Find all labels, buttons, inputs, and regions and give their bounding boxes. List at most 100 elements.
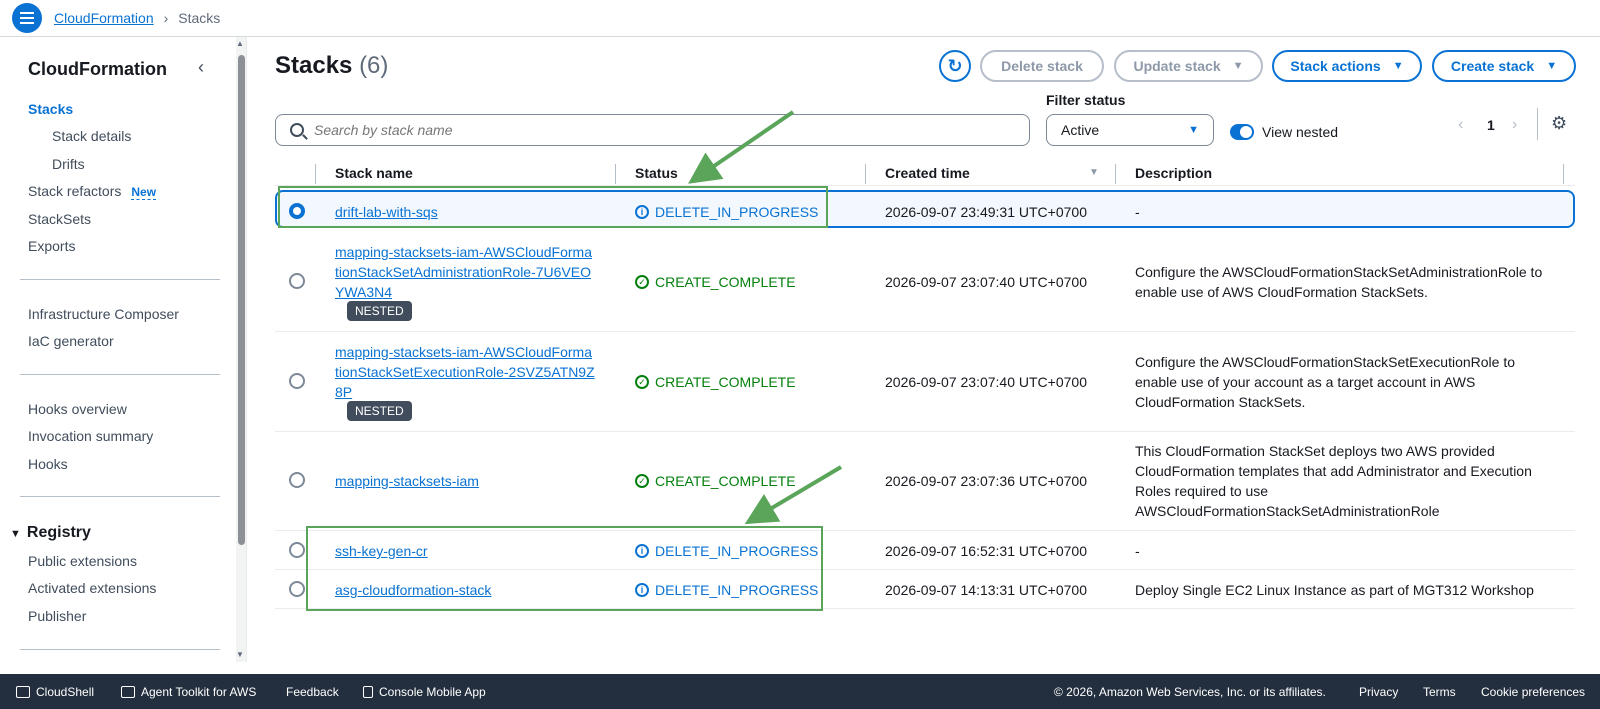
stack-count: (6) [359, 52, 389, 79]
sidebar-scroll-thumb[interactable] [238, 55, 245, 545]
sidebar-item-invocation-summary[interactable]: Invocation summary [28, 428, 153, 444]
view-nested-label: View nested [1262, 124, 1339, 140]
search-box[interactable] [275, 114, 1030, 146]
column-header-created-time[interactable]: Created time [885, 165, 970, 181]
description: Deploy Single EC2 Linux Instance as part… [1135, 582, 1534, 598]
column-header-stack-name[interactable]: Stack name [335, 165, 413, 181]
new-badge: New [131, 185, 157, 200]
registry-section-toggle[interactable]: ▼ Registry [10, 524, 91, 542]
sidebar-item-label: Stack refactors [28, 183, 122, 199]
annotation-highlight-box [306, 526, 823, 611]
sidebar-item-stack-details[interactable]: Stack details [52, 128, 131, 144]
row-radio[interactable] [289, 472, 305, 488]
filter-status-value: Active [1061, 122, 1100, 138]
mobile-app-link[interactable]: Console Mobile App [363, 685, 486, 699]
sidebar-item-hooks[interactable]: Hooks [28, 456, 68, 472]
description: - [1135, 543, 1140, 559]
update-stack-button[interactable]: Update stack ▼ [1114, 50, 1263, 82]
sidebar-item-iac-generator[interactable]: IaC generator [28, 333, 114, 349]
sidebar-item-activated-extensions[interactable]: Activated extensions [28, 580, 156, 596]
divider [275, 431, 1575, 432]
terms-link[interactable]: Terms [1423, 685, 1456, 699]
column-header-status[interactable]: Status [635, 165, 678, 181]
divider [1537, 108, 1538, 140]
menu-icon[interactable] [12, 3, 42, 33]
stack-actions-button[interactable]: Stack actions ▼ [1272, 50, 1422, 82]
sidebar-item-publisher[interactable]: Publisher [28, 608, 86, 624]
sidebar-item-public-extensions[interactable]: Public extensions [28, 553, 137, 569]
search-input[interactable] [314, 122, 994, 138]
divider [20, 496, 220, 497]
check-circle-icon: ✓ [635, 275, 649, 289]
status-text: CREATE_COMPLETE [655, 374, 796, 390]
divider [20, 279, 220, 280]
refresh-button[interactable]: ↻ [939, 50, 971, 82]
caret-down-icon: ▼ [10, 528, 21, 540]
breadcrumb-cloudformation[interactable]: CloudFormation [54, 10, 154, 26]
status-text: CREATE_COMPLETE [655, 274, 796, 290]
stack-name-link[interactable]: mapping-stacksets-iam-AWSCloudFormationS… [335, 242, 595, 302]
phone-icon [363, 686, 373, 698]
top-bar: CloudFormation › Stacks [0, 0, 1600, 37]
sidebar-item-infrastructure-composer[interactable]: Infrastructure Composer [28, 306, 179, 322]
update-stack-label: Update stack [1133, 58, 1221, 74]
description: Configure the AWSCloudFormationStackSetA… [1135, 264, 1543, 300]
feedback-link[interactable]: Feedback [286, 685, 339, 699]
chevron-left-icon[interactable]: ‹ [198, 57, 204, 78]
pagination-next-icon[interactable]: › [1512, 116, 1517, 134]
mobile-app-label: Console Mobile App [379, 685, 486, 699]
sidebar-item-stacks[interactable]: Stacks [28, 101, 73, 117]
filter-status-select[interactable]: Active ▼ [1046, 114, 1214, 146]
row-radio[interactable] [289, 273, 305, 289]
divider [20, 649, 220, 650]
scroll-up-icon[interactable]: ▲ [236, 39, 244, 48]
sidebar-item-exports[interactable]: Exports [28, 238, 75, 254]
registry-title: Registry [26, 524, 91, 541]
agent-toolkit-button[interactable]: Agent Toolkit for AWS [121, 685, 256, 699]
check-circle-icon: ✓ [635, 375, 649, 389]
sidebar-item-hooks-overview[interactable]: Hooks overview [28, 401, 127, 417]
refresh-icon: ↻ [947, 55, 963, 76]
view-nested-toggle[interactable] [1230, 124, 1254, 140]
column-header-description[interactable]: Description [1135, 165, 1212, 181]
column-divider[interactable] [615, 164, 616, 184]
sidebar-item-stacksets[interactable]: StackSets [28, 211, 91, 227]
page-title-text: Stacks [275, 52, 353, 79]
column-divider [315, 164, 316, 184]
column-divider[interactable] [1563, 164, 1564, 184]
row-radio[interactable] [289, 542, 305, 558]
status-text: CREATE_COMPLETE [655, 473, 796, 489]
sidebar-item-drifts[interactable]: Drifts [52, 156, 85, 172]
cookie-preferences-link[interactable]: Cookie preferences [1481, 685, 1585, 699]
chevron-right-icon: › [163, 10, 169, 26]
column-divider[interactable] [1115, 164, 1116, 184]
sort-descending-icon[interactable]: ▼ [1089, 167, 1099, 178]
stack-name-link[interactable]: mapping-stacksets-iam [335, 471, 595, 491]
sidebar-item-stack-refactors[interactable]: Stack refactors New [28, 183, 157, 200]
sidebar: CloudFormation ‹ Stacks Stack details Dr… [0, 37, 236, 674]
nested-badge: NESTED [347, 301, 412, 321]
row-radio[interactable] [289, 373, 305, 389]
footer: CloudShell Agent Toolkit for AWS Feedbac… [0, 674, 1600, 709]
stack-name-link[interactable]: mapping-stacksets-iam-AWSCloudFormationS… [335, 342, 595, 402]
check-circle-icon: ✓ [635, 474, 649, 488]
description: - [1135, 204, 1140, 220]
row-radio[interactable] [289, 581, 305, 597]
pagination-page-number[interactable]: 1 [1487, 117, 1495, 133]
divider [246, 37, 247, 662]
created-time: 2026-09-07 23:49:31 UTC+0700 [885, 204, 1087, 220]
column-divider[interactable] [865, 164, 866, 184]
description: Configure the AWSCloudFormationStackSetE… [1135, 354, 1516, 410]
created-time: 2026-09-07 16:52:31 UTC+0700 [885, 543, 1087, 559]
created-time: 2026-09-07 14:13:31 UTC+0700 [885, 582, 1087, 598]
privacy-link[interactable]: Privacy [1359, 685, 1398, 699]
pagination-prev-icon[interactable]: ‹ [1458, 116, 1463, 134]
create-stack-button[interactable]: Create stack ▼ [1432, 50, 1576, 82]
window-icon [121, 686, 135, 698]
caret-down-icon: ▼ [1546, 60, 1558, 72]
cloudshell-button[interactable]: CloudShell [16, 685, 94, 699]
delete-stack-button[interactable]: Delete stack [980, 50, 1104, 82]
scroll-down-icon[interactable]: ▼ [236, 650, 244, 659]
gear-icon[interactable]: ⚙ [1551, 113, 1567, 134]
divider [20, 374, 220, 375]
